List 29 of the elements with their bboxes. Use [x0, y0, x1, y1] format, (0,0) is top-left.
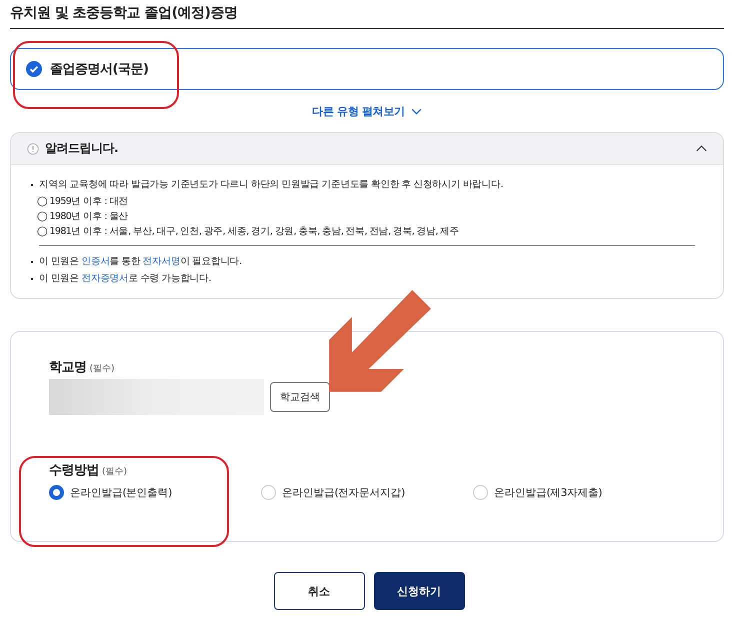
notice-text: ◯ 1959년 이후 : 대전	[37, 195, 128, 209]
notice-text: ◯ 1981년 이후 : 서울, 부산, 대구, 인천, 광주, 세종, 경기, 강원, 충북, 충남, 전북, 전남, 경북, 경남, 제주	[37, 225, 460, 239]
page-title: 유치원 및 초중등학교 졸업(예정)증명	[10, 4, 724, 29]
radio-label[interactable]: 온라인발급(본인출력)	[70, 486, 172, 500]
collapse-icon[interactable]	[696, 145, 707, 152]
radio-button[interactable]	[49, 485, 64, 500]
info-icon	[27, 142, 39, 154]
notice-link[interactable]: 전자서명	[142, 256, 180, 267]
notice-text: 지역의 교육청에 따라 발급가능 기준년도가 다르니 하단의 민원발급 기준년도를 확인한 후 신청하시기 바랍니다.	[39, 178, 503, 192]
notice-link[interactable]: 인증서	[81, 256, 110, 267]
check-icon	[26, 61, 42, 77]
notice-title: 알려드립니다.	[45, 140, 120, 157]
notice-text: 이 민원은 전자증명서 로 수령 가능합니다.	[39, 272, 211, 286]
required-note: (필수)	[90, 363, 115, 375]
school-name-field[interactable]	[49, 379, 264, 415]
more-types-link[interactable]: 다른 유형 펼쳐보기	[312, 104, 422, 119]
notice-text: ◯ 1980년 이후 : 울산	[37, 210, 128, 224]
chevron-down-icon	[410, 108, 422, 115]
required-note: (필수)	[102, 466, 128, 478]
radio-label[interactable]: 온라인발급(제3자제출)	[494, 486, 602, 500]
field-label: 학교명	[49, 359, 86, 376]
submit-button[interactable]: 신청하기	[374, 572, 464, 610]
radio-label[interactable]: 온라인발급(전자문서지갑)	[282, 486, 405, 500]
notice-link[interactable]: 전자증명서	[81, 273, 128, 284]
field-label: 수령방법	[49, 462, 99, 479]
school-search-button[interactable]: 학교검색	[270, 382, 330, 412]
document-option[interactable]: 졸업증명서(국문)	[10, 48, 724, 90]
notice-text: 이 민원은 인증서를 통한 전자서명 이 필요합니다.	[39, 255, 242, 269]
cancel-button[interactable]: 취소	[274, 572, 364, 610]
